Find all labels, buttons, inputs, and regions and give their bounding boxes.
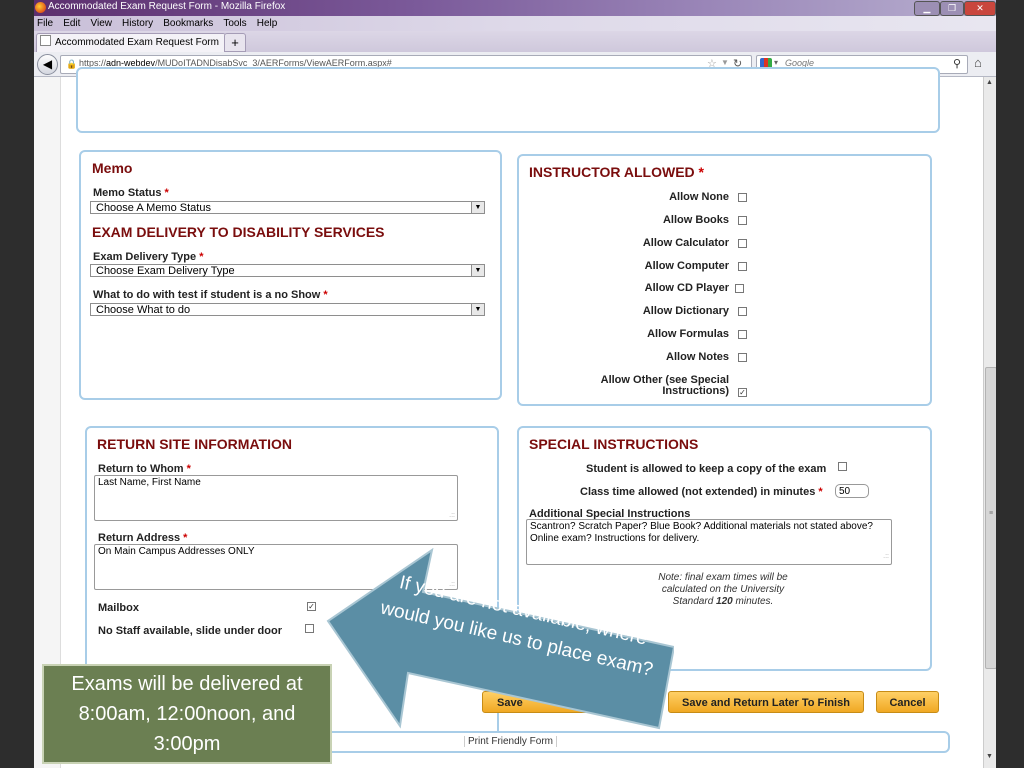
- allow-option-checkbox[interactable]: [738, 307, 747, 316]
- delivery-title: EXAM DELIVERY TO DISABILITY SERVICES: [92, 224, 385, 240]
- memo-panel: Memo Memo Status * Choose A Memo Status ▼…: [79, 150, 502, 400]
- allow-option-checkbox[interactable]: [738, 216, 747, 225]
- delivery-type-label: Exam Delivery Type *: [93, 251, 204, 263]
- menu-edit[interactable]: Edit: [63, 16, 80, 31]
- maximize-icon[interactable]: ❐: [940, 1, 964, 16]
- allow-option-label: Allow Books: [662, 214, 729, 226]
- chevron-down-icon[interactable]: ▼: [721, 58, 729, 67]
- window-title: Accommodated Exam Request Form - Mozilla…: [48, 1, 286, 12]
- allow-option-label: Allow CD Player: [644, 282, 729, 294]
- memo-status-label: Memo Status *: [93, 187, 169, 199]
- allow-option-checkbox[interactable]: [735, 284, 744, 293]
- save-return-later-button[interactable]: Save and Return Later To Finish: [668, 691, 864, 713]
- class-time-label: Class time allowed (not extended) in min…: [580, 486, 823, 498]
- allow-option-checkbox[interactable]: [738, 262, 747, 271]
- close-icon[interactable]: ✕: [964, 1, 996, 16]
- tab-accommodated-exam[interactable]: Accommodated Exam Request Form: [36, 33, 226, 53]
- tab-title: Accommodated Exam Request Form: [55, 37, 219, 48]
- keep-copy-label: Student is allowed to keep a copy of the…: [586, 463, 827, 475]
- menu-view[interactable]: View: [90, 16, 112, 31]
- page-favicon-icon: [40, 35, 51, 46]
- allow-option-checkbox[interactable]: [738, 330, 747, 339]
- cancel-button[interactable]: Cancel: [876, 691, 939, 713]
- menu-bar: File Edit View History Bookmarks Tools H…: [34, 16, 996, 31]
- resize-grip-icon[interactable]: .::: [883, 551, 889, 563]
- scroll-down-icon[interactable]: ▼: [986, 753, 993, 760]
- no-staff-label: No Staff available, slide under door: [98, 625, 282, 637]
- delivery-type-select[interactable]: Choose Exam Delivery Type ▼: [90, 264, 485, 277]
- return-address-label: Return Address *: [98, 532, 188, 544]
- keep-copy-checkbox[interactable]: [838, 462, 847, 471]
- allow-other-checkbox[interactable]: ✓: [738, 388, 747, 397]
- minimize-icon[interactable]: ▁: [914, 1, 940, 16]
- menu-file[interactable]: File: [37, 16, 53, 31]
- home-icon[interactable]: ⌂: [974, 55, 982, 70]
- lock-icon: 🔒: [66, 59, 78, 69]
- no-staff-checkbox[interactable]: [305, 624, 314, 633]
- menu-help[interactable]: Help: [257, 16, 278, 31]
- allow-option-label: Allow Notes: [666, 351, 729, 363]
- noshow-select[interactable]: Choose What to do ▼: [90, 303, 485, 316]
- search-icon[interactable]: ⚲: [953, 57, 961, 70]
- resize-grip-icon[interactable]: .::: [449, 512, 455, 519]
- allow-option-checkbox[interactable]: [738, 353, 747, 362]
- allow-option-label: Allow Dictionary: [642, 305, 729, 317]
- return-site-title: RETURN SITE INFORMATION: [97, 436, 292, 452]
- chevron-down-icon[interactable]: ▼: [471, 202, 484, 213]
- mailbox-checkbox[interactable]: ✓: [307, 602, 316, 611]
- menu-bookmarks[interactable]: Bookmarks: [163, 16, 213, 31]
- allow-option-label: Allow None: [669, 191, 729, 203]
- scroll-up-icon[interactable]: ▲: [986, 79, 993, 86]
- chevron-down-icon[interactable]: ▼: [471, 304, 484, 315]
- previous-section-panel: [76, 67, 940, 133]
- scroll-grip-icon: ≡: [989, 510, 994, 517]
- return-whom-label: Return to Whom *: [98, 463, 191, 475]
- vertical-scrollbar[interactable]: ▲ ≡ ▼: [983, 77, 996, 768]
- memo-status-select[interactable]: Choose A Memo Status ▼: [90, 201, 485, 214]
- slide-background-right: [996, 0, 1024, 768]
- mailbox-label: Mailbox: [98, 602, 139, 614]
- memo-title: Memo: [92, 160, 133, 176]
- back-arrow-icon[interactable]: ◀: [37, 54, 58, 75]
- delivery-times-callout: Exams will be delivered at 8:00am, 12:00…: [42, 664, 332, 764]
- allow-option-checkbox[interactable]: [738, 193, 747, 202]
- scrollbar-thumb[interactable]: ≡: [985, 367, 996, 669]
- slide-background-left: [0, 0, 34, 768]
- print-friendly-link[interactable]: Print Friendly Form: [464, 736, 558, 747]
- allow-option-label: Allow Formulas: [647, 328, 729, 340]
- class-time-input[interactable]: 50: [835, 484, 869, 498]
- return-whom-textarea[interactable]: Last Name, First Name.::: [94, 475, 458, 521]
- allow-option-label: Allow Calculator: [642, 237, 729, 249]
- instructor-allowed-panel: INSTRUCTOR ALLOWED * Allow Other (see Sp…: [517, 154, 932, 406]
- menu-tools[interactable]: Tools: [223, 16, 246, 31]
- new-tab-button[interactable]: +: [224, 33, 246, 52]
- menu-history[interactable]: History: [122, 16, 153, 31]
- tab-bar: Accommodated Exam Request Form +: [34, 31, 996, 53]
- allow-option-checkbox[interactable]: [738, 239, 747, 248]
- special-title: SPECIAL INSTRUCTIONS: [529, 436, 699, 452]
- chevron-down-icon[interactable]: ▾: [774, 58, 778, 67]
- firefox-logo-icon: [35, 2, 46, 13]
- noshow-label: What to do with test if student is a no …: [93, 289, 328, 301]
- allow-option-label: Allow Computer: [644, 260, 729, 272]
- instructor-title: INSTRUCTOR ALLOWED *: [529, 164, 704, 180]
- chevron-down-icon[interactable]: ▼: [471, 265, 484, 276]
- allow-other-label: Allow Other (see Special Instructions): [600, 374, 729, 397]
- title-bar: Accommodated Exam Request Form - Mozilla…: [34, 0, 996, 16]
